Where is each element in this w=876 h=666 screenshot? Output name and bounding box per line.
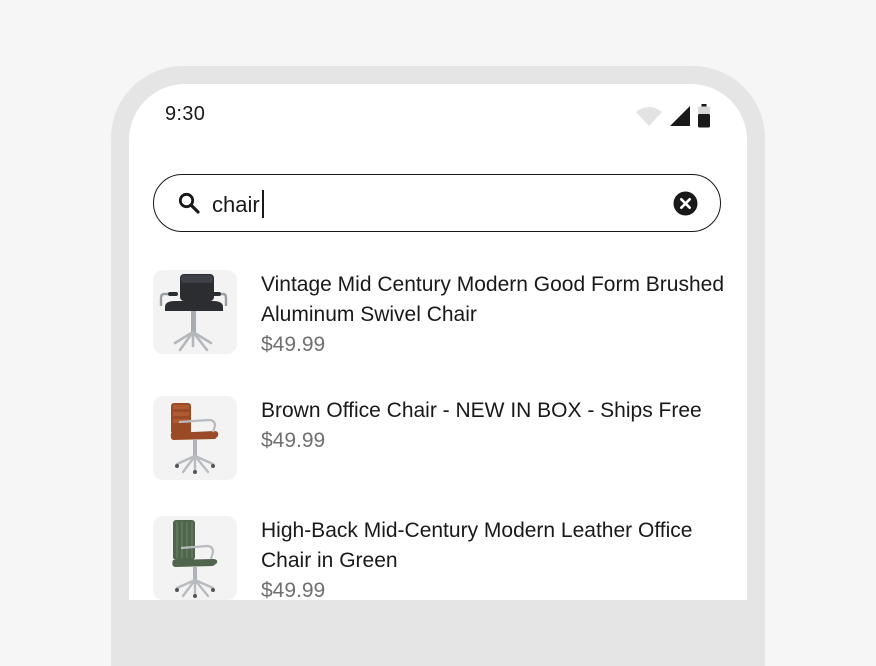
- product-title[interactable]: Brown Office Chair - NEW IN BOX - Ships …: [261, 396, 726, 426]
- clear-icon[interactable]: [673, 191, 698, 216]
- status-time: 9:30: [165, 103, 206, 125]
- black-leather-swivel-chair-image: [159, 274, 228, 352]
- search-input[interactable]: chair: [212, 190, 265, 218]
- battery-icon: [697, 104, 711, 128]
- result-item[interactable]: High-Back Mid-Century Modern Leather Off…: [153, 516, 723, 600]
- text-cursor: [261, 190, 265, 218]
- product-thumbnail[interactable]: [153, 396, 237, 480]
- cellular-signal-icon: [669, 105, 691, 127]
- green-leather-office-chair-image: [172, 520, 218, 598]
- product-thumbnail[interactable]: [153, 270, 237, 354]
- product-price: $49.99: [261, 429, 326, 452]
- product-price: $49.99: [261, 333, 326, 356]
- result-item[interactable]: Brown Office Chair - NEW IN BOX - Ships …: [153, 396, 723, 480]
- product-price: $49.99: [261, 579, 326, 600]
- phone-screen: 9:30 chair Vintage Mid Century Modern Go…: [129, 84, 747, 600]
- product-title[interactable]: Vintage Mid Century Modern Good Form Bru…: [261, 270, 726, 330]
- product-title[interactable]: High-Back Mid-Century Modern Leather Off…: [261, 516, 726, 576]
- status-icons: [635, 104, 711, 128]
- brown-leather-office-chair-image: [170, 403, 219, 474]
- product-thumbnail[interactable]: [153, 516, 237, 600]
- search-field[interactable]: chair: [153, 174, 721, 232]
- result-item[interactable]: Vintage Mid Century Modern Good Form Bru…: [153, 270, 726, 370]
- search-icon: [178, 192, 200, 214]
- search-query: chair: [212, 192, 260, 217]
- wifi-icon: [635, 105, 663, 127]
